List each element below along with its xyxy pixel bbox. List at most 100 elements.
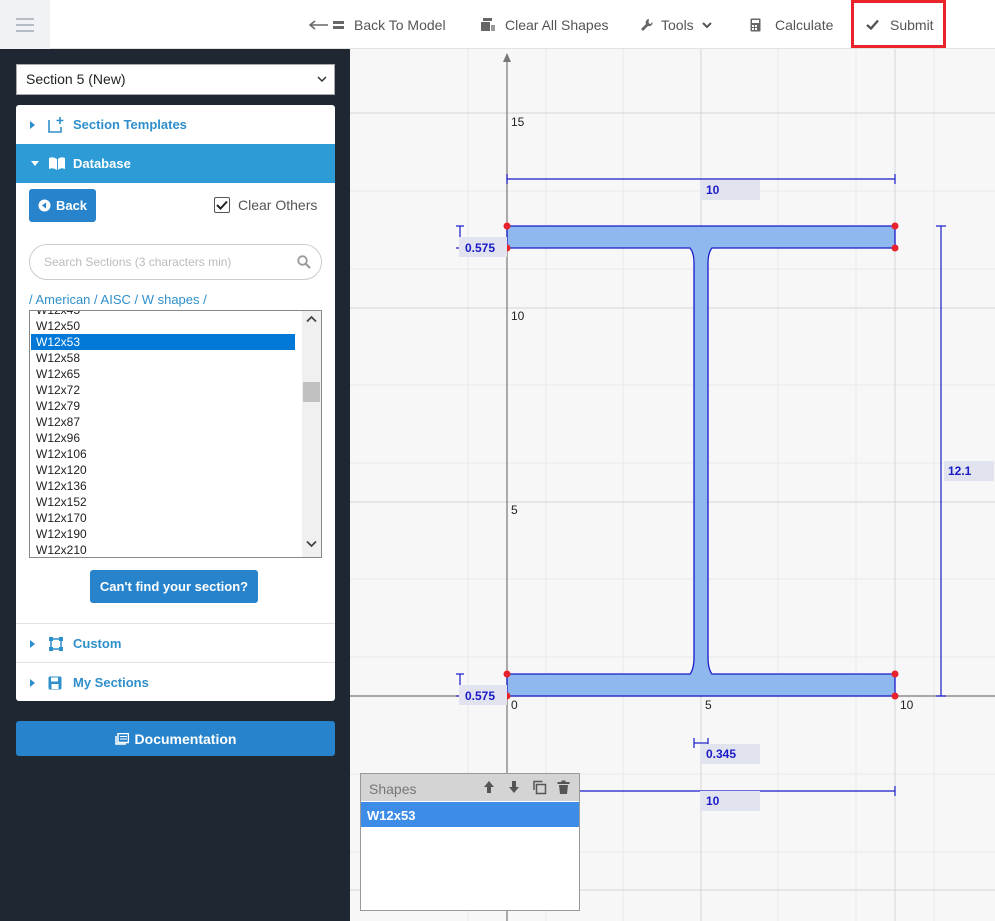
shapes-panel: Shapes W12x53 [360,773,580,911]
chevron-down-icon [701,21,712,28]
wrench-icon [641,18,653,31]
dimension-labels: 10 0.575 12.1 0.575 0.345 10 [459,180,994,811]
dim-flange-width-bottom: 10 [706,794,720,808]
documents-icon [114,732,129,745]
tools-label: Tools [661,16,694,33]
section-list-item[interactable]: W12x190 [31,526,295,542]
i-beam-shape[interactable] [506,225,896,697]
calculate-button[interactable]: Calculate [750,0,833,49]
tick-x-0: 0 [511,698,518,712]
section-list-item[interactable]: W12x45 [31,311,295,318]
section-list-item[interactable]: W12x79 [31,398,295,414]
check-icon [866,19,879,30]
tick-x-10: 10 [900,698,914,712]
section-select[interactable]: Section 5 (New) [16,64,335,95]
section-listbox[interactable]: W12x45 W12x50 W12x53 W12x58 W12x65 W12x72 W12x… [29,310,322,558]
copy-icon[interactable] [532,780,547,795]
documentation-label: Documentation [134,730,237,747]
back-to-model-button[interactable]: Back To Model [308,0,446,49]
menu-icon[interactable] [0,0,50,49]
scroll-down-icon[interactable] [306,540,317,548]
search-input[interactable]: Search Sections (3 characters min) [29,244,322,280]
accordion-section-templates[interactable]: Section Templates [16,105,335,144]
dim-flange-thickness-top: 0.575 [465,241,495,255]
submit-button[interactable]: Submit [866,0,934,49]
list-scrollbar[interactable] [302,311,321,557]
caret-right-icon [30,120,35,129]
section-list-item[interactable]: W12x72 [31,382,295,398]
custom-label: Custom [73,636,122,651]
section-list-item[interactable]: W12x120 [31,462,295,478]
back-button[interactable]: Back [29,189,96,222]
accordion-custom[interactable]: Custom [16,624,335,663]
caret-right-icon [30,678,35,687]
add-template-icon [48,116,64,133]
section-list-item[interactable]: W12x65 [31,366,295,382]
clear-all-shapes-button[interactable]: Clear All Shapes [480,0,609,49]
section-templates-label: Section Templates [73,117,187,132]
checkbox-box[interactable] [214,197,230,213]
top-toolbar: Back To Model Clear All Shapes Tools Cal… [0,0,995,49]
arrow-left-icon [308,19,344,30]
cant-find-section-button[interactable]: Can't find your section? [90,570,258,603]
tick-y-5: 5 [511,503,518,517]
tools-dropdown[interactable]: Tools [640,0,712,49]
sidebar: Section 5 (New) Section Templates Databa… [0,49,350,921]
section-panel: Section Templates Database Back Clear Ot… [16,105,335,701]
tick-y-15: 15 [511,115,525,129]
custom-shape-icon [49,636,63,651]
dim-flange-thickness-bottom: 0.575 [465,689,495,703]
shapes-panel-header: Shapes [361,774,579,801]
calculator-icon [750,18,761,31]
tick-x-5: 5 [705,698,712,712]
section-list-item[interactable]: W12x87 [31,414,295,430]
accordion-my-sections[interactable]: My Sections [16,663,335,701]
clear-others-checkbox[interactable]: Clear Others [214,197,317,213]
submit-label: Submit [890,16,934,33]
axis-arrow-icon [503,53,511,62]
scroll-up-icon[interactable] [306,315,317,323]
section-list-item[interactable]: W12x136 [31,478,295,494]
book-icon [49,157,65,170]
back-to-model-label: Back To Model [354,16,446,33]
dim-web-thickness: 0.345 [706,747,736,761]
dim-flange-width-top: 10 [706,183,720,197]
shape-list-item[interactable]: W12x53 [361,802,579,827]
caret-right-icon [30,639,35,648]
search-placeholder: Search Sections (3 characters min) [44,255,232,269]
tick-y-10: 10 [511,309,525,323]
section-list-item[interactable]: W12x170 [31,510,295,526]
calculate-label: Calculate [775,16,834,33]
chevron-down-icon [317,76,327,83]
arrow-up-icon[interactable] [482,780,496,794]
section-list-item[interactable]: W12x106 [31,446,295,462]
search-icon [297,255,311,269]
section-list-item[interactable]: W12x96 [31,430,295,446]
tick-labels: 15 10 5 0 5 10 [511,115,914,712]
section-select-value: Section 5 (New) [26,71,126,87]
clear-all-shapes-label: Clear All Shapes [505,16,609,33]
scrollbar-thumb[interactable] [303,382,320,402]
trash-icon[interactable] [557,780,570,794]
save-icon [48,676,62,689]
section-list-item[interactable]: W12x50 [31,318,295,334]
database-label: Database [73,156,131,171]
breadcrumb[interactable]: / American / AISC / W shapes / [29,292,207,307]
caret-down-icon [31,160,39,166]
check-icon [216,200,228,210]
section-list-item[interactable]: W12x210 [31,542,295,557]
documentation-button[interactable]: Documentation [16,721,335,756]
shapes-title: Shapes [369,781,417,797]
my-sections-label: My Sections [73,675,149,690]
section-list: W12x45 W12x50 W12x53 W12x58 W12x65 W12x72 W12x… [30,311,305,557]
eraser-icon [481,18,495,31]
accordion-database[interactable]: Database [16,144,335,183]
arrow-down-icon[interactable] [507,780,521,794]
arrow-circle-left-icon [38,199,51,212]
back-label: Back [55,198,88,213]
section-list-item[interactable]: W12x53 [31,334,295,350]
app-root: Back To Model Clear All Shapes Tools Cal… [0,0,995,921]
section-list-item[interactable]: W12x152 [31,494,295,510]
section-list-item[interactable]: W12x58 [31,350,295,366]
dim-depth: 12.1 [948,464,972,478]
